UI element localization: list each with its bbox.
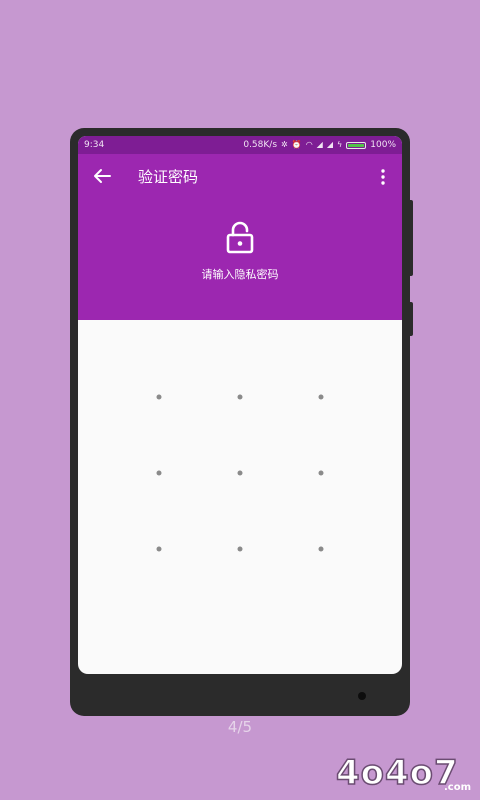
password-hint: 请输入隐私密码 <box>201 268 279 281</box>
signal-icon-2: ◢ <box>326 140 333 149</box>
pattern-dot[interactable] <box>318 470 324 476</box>
svg-text:.com: .com <box>444 782 471 793</box>
pattern-dot[interactable] <box>318 394 324 400</box>
pattern-dot[interactable] <box>237 546 243 552</box>
pattern-dot[interactable] <box>156 470 162 476</box>
phone-frame: 9:34 0.58K/s ✲ ⏰ ◠ ◢ ◢ ϟ 100% 验证密码 请输入隐私… <box>70 128 410 716</box>
battery-icon <box>346 141 367 149</box>
app-screen: 9:34 0.58K/s ✲ ⏰ ◠ ◢ ◢ ϟ 100% 验证密码 请输入隐私… <box>78 136 402 674</box>
status-time: 9:34 <box>84 140 105 150</box>
pattern-dot[interactable] <box>318 546 324 552</box>
net-speed: 0.58K/s <box>243 140 278 150</box>
status-right: 0.58K/s ✲ ⏰ ◠ ◢ ◢ ϟ 100% <box>243 140 396 150</box>
gear-icon: ✲ <box>281 140 288 149</box>
watermark-logo: 4o4o7 .com <box>335 752 471 794</box>
wifi-icon: ◠ <box>305 140 313 149</box>
alarm-icon: ⏰ <box>291 140 302 149</box>
pattern-lock-grid[interactable] <box>78 320 402 674</box>
front-camera <box>358 692 366 700</box>
pattern-dot[interactable] <box>237 394 243 400</box>
svg-text:4o4o7: 4o4o7 <box>336 753 459 793</box>
pattern-dot[interactable] <box>156 546 162 552</box>
back-arrow-icon[interactable] <box>90 164 114 188</box>
pattern-dot[interactable] <box>237 470 243 476</box>
battery-level: 100% <box>370 140 396 150</box>
signal-icon: ◢ <box>316 140 323 149</box>
pattern-dot[interactable] <box>156 394 162 400</box>
unlock-icon <box>226 221 254 254</box>
more-vert-icon[interactable] <box>376 168 390 186</box>
app-header: 验证密码 请输入隐私密码 <box>78 154 402 320</box>
status-bar: 9:34 0.58K/s ✲ ⏰ ◠ ◢ ◢ ϟ 100% <box>78 136 402 154</box>
page-indicator: 4/5 <box>227 718 253 736</box>
page-title: 验证密码 <box>138 168 199 186</box>
charging-icon: ϟ <box>336 140 343 149</box>
